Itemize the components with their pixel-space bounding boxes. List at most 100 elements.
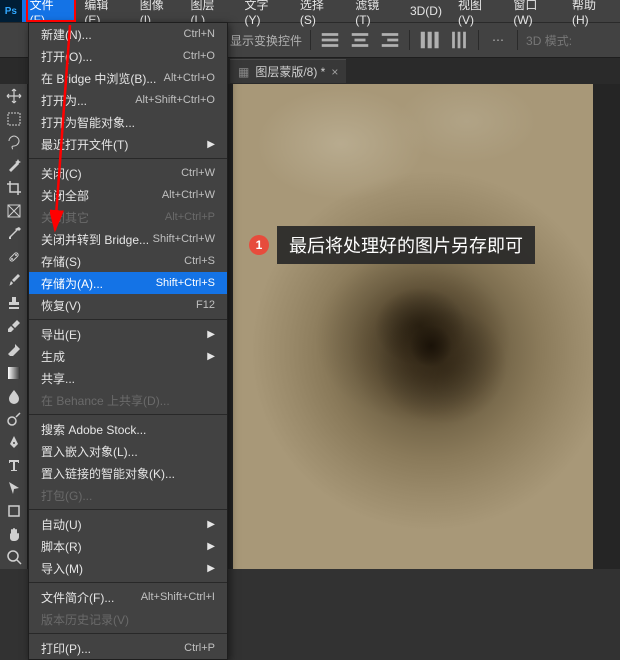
align-icon[interactable]	[319, 29, 341, 51]
menu-item[interactable]: 存储(S)Ctrl+S	[29, 250, 227, 272]
tab-close-icon[interactable]: ×	[331, 65, 338, 79]
menu-item-label: 新建(N)...	[41, 26, 92, 43]
brush-tool-icon[interactable]	[0, 269, 28, 292]
history-brush-icon[interactable]	[0, 315, 28, 338]
menu-item-label: 在 Behance 上共享(D)...	[41, 392, 170, 409]
menu-view[interactable]: 视图(V)	[450, 0, 505, 22]
lasso-tool-icon[interactable]	[0, 130, 28, 153]
menu-item[interactable]: 搜索 Adobe Stock...	[29, 418, 227, 440]
menu-item-label: 生成	[41, 348, 65, 365]
menu-item[interactable]: 打开为...Alt+Shift+Ctrl+O	[29, 89, 227, 111]
menu-item[interactable]: 置入链接的智能对象(K)...	[29, 462, 227, 484]
distribute-icon-2[interactable]	[448, 29, 470, 51]
menu-item-label: 脚本(R)	[41, 538, 82, 555]
eraser-tool-icon[interactable]	[0, 338, 28, 361]
menu-shortcut: Ctrl+O	[183, 50, 215, 62]
menubar: Ps 文件(F) 编辑(E) 图像(I) 图层(L) 文字(Y) 选择(S) 滤…	[0, 0, 620, 22]
menu-item[interactable]: 文件简介(F)... Alt+Shift+Ctrl+I	[29, 586, 227, 608]
menu-item-label: 置入嵌入对象(L)...	[41, 443, 138, 460]
menu-3d[interactable]: 3D(D)	[402, 0, 450, 22]
menu-item-label: 打包(G)...	[41, 487, 92, 504]
menu-item[interactable]: 打印(P)...Ctrl+P	[29, 637, 227, 659]
heal-tool-icon[interactable]	[0, 246, 28, 269]
menu-item[interactable]: 关闭(C)Ctrl+W	[29, 162, 227, 184]
opt-transform-label: 显示变换控件	[230, 32, 302, 49]
menu-item[interactable]: 打开(O)... Ctrl+O	[29, 45, 227, 67]
menu-item[interactable]: 存储为(A)...Shift+Ctrl+S	[29, 272, 227, 294]
menu-item-label: 在 Bridge 中浏览(B)...	[41, 70, 156, 87]
menu-item[interactable]: 关闭并转到 Bridge...Shift+Ctrl+W	[29, 228, 227, 250]
align-icon-2[interactable]	[349, 29, 371, 51]
menu-separator	[29, 582, 227, 583]
annotation-callout: 1 最后将处理好的图片另存即可	[249, 226, 535, 264]
menu-select[interactable]: 选择(S)	[292, 0, 347, 22]
menu-edit[interactable]: 编辑(E)	[76, 0, 131, 22]
menu-image[interactable]: 图像(I)	[132, 0, 183, 22]
gradient-tool-icon[interactable]	[0, 361, 28, 384]
document-tab[interactable]: ▦ 图层蒙版/8) * ×	[230, 59, 346, 83]
image-content	[233, 84, 593, 569]
menu-item[interactable]: 最近打开文件(T)▶	[29, 133, 227, 155]
dodge-tool-icon[interactable]	[0, 407, 28, 430]
menu-item[interactable]: 导出(E)▶	[29, 323, 227, 345]
distribute-icon[interactable]	[418, 29, 440, 51]
menu-item-label: 关闭其它	[41, 209, 89, 226]
hand-tool-icon[interactable]	[0, 523, 28, 546]
submenu-arrow-icon: ▶	[207, 563, 215, 574]
menu-item[interactable]: 共享...	[29, 367, 227, 389]
menu-item[interactable]: 自动(U)▶	[29, 513, 227, 535]
move-tool-icon[interactable]	[0, 84, 28, 107]
tool-palette	[0, 84, 28, 569]
tab-doc-icon: ▦	[238, 65, 249, 79]
menu-item-label: 打开(O)...	[41, 48, 92, 65]
marquee-tool-icon[interactable]	[0, 107, 28, 130]
zoom-tool-icon[interactable]	[0, 546, 28, 569]
crop-tool-icon[interactable]	[0, 176, 28, 199]
type-tool-icon[interactable]	[0, 454, 28, 477]
menu-item[interactable]: 置入嵌入对象(L)...	[29, 440, 227, 462]
menu-window[interactable]: 窗口(W)	[505, 0, 564, 22]
menu-item-label: 打开为智能对象...	[41, 114, 135, 131]
menu-shortcut: Ctrl+W	[181, 167, 215, 179]
path-tool-icon[interactable]	[0, 477, 28, 500]
menu-item[interactable]: 关闭全部Alt+Ctrl+W	[29, 184, 227, 206]
menu-filter[interactable]: 滤镜(T)	[347, 0, 402, 22]
frame-tool-icon[interactable]	[0, 199, 28, 222]
pen-tool-icon[interactable]	[0, 430, 28, 453]
opt-sep	[478, 30, 479, 50]
eyedropper-tool-icon[interactable]	[0, 223, 28, 246]
menu-shortcut: Shift+Ctrl+W	[153, 233, 215, 245]
document-canvas[interactable]	[233, 84, 593, 569]
menu-item-label: 恢复(V)	[41, 297, 81, 314]
blur-tool-icon[interactable]	[0, 384, 28, 407]
menu-item[interactable]: 在 Bridge 中浏览(B)...Alt+Ctrl+O	[29, 67, 227, 89]
wand-tool-icon[interactable]	[0, 153, 28, 176]
menu-shortcut: Alt+Ctrl+W	[162, 189, 215, 201]
menu-item-label: 文件简介(F)...	[41, 589, 114, 606]
menu-file[interactable]: 文件(F)	[22, 0, 77, 22]
menu-item[interactable]: 打开为智能对象...	[29, 111, 227, 133]
menu-shortcut: Ctrl+N	[184, 28, 215, 40]
align-icon-3[interactable]	[379, 29, 401, 51]
menu-item-label: 打印(P)...	[41, 640, 91, 657]
menu-type[interactable]: 文字(Y)	[237, 0, 292, 22]
menu-help[interactable]: 帮助(H)	[564, 0, 620, 22]
menu-item-label: 存储(S)	[41, 253, 81, 270]
stamp-tool-icon[interactable]	[0, 292, 28, 315]
menu-item[interactable]: 导入(M)▶	[29, 557, 227, 579]
more-icon[interactable]: ⋯	[487, 29, 509, 51]
menu-item[interactable]: 恢复(V) F12	[29, 294, 227, 316]
submenu-arrow-icon: ▶	[207, 541, 215, 552]
menu-item-label: 最近打开文件(T)	[41, 136, 128, 153]
ps-logo: Ps	[0, 0, 22, 22]
opt-sep	[517, 30, 518, 50]
menu-shortcut: F12	[196, 299, 215, 311]
menu-item[interactable]: 生成▶	[29, 345, 227, 367]
menu-layer[interactable]: 图层(L)	[182, 0, 236, 22]
menu-separator	[29, 633, 227, 634]
shape-tool-icon[interactable]	[0, 500, 28, 523]
callout-number: 1	[249, 235, 269, 255]
menu-item[interactable]: 新建(N)... Ctrl+N	[29, 23, 227, 45]
menu-item[interactable]: 脚本(R) ▶	[29, 535, 227, 557]
menu-shortcut: Alt+Shift+Ctrl+I	[141, 591, 215, 603]
